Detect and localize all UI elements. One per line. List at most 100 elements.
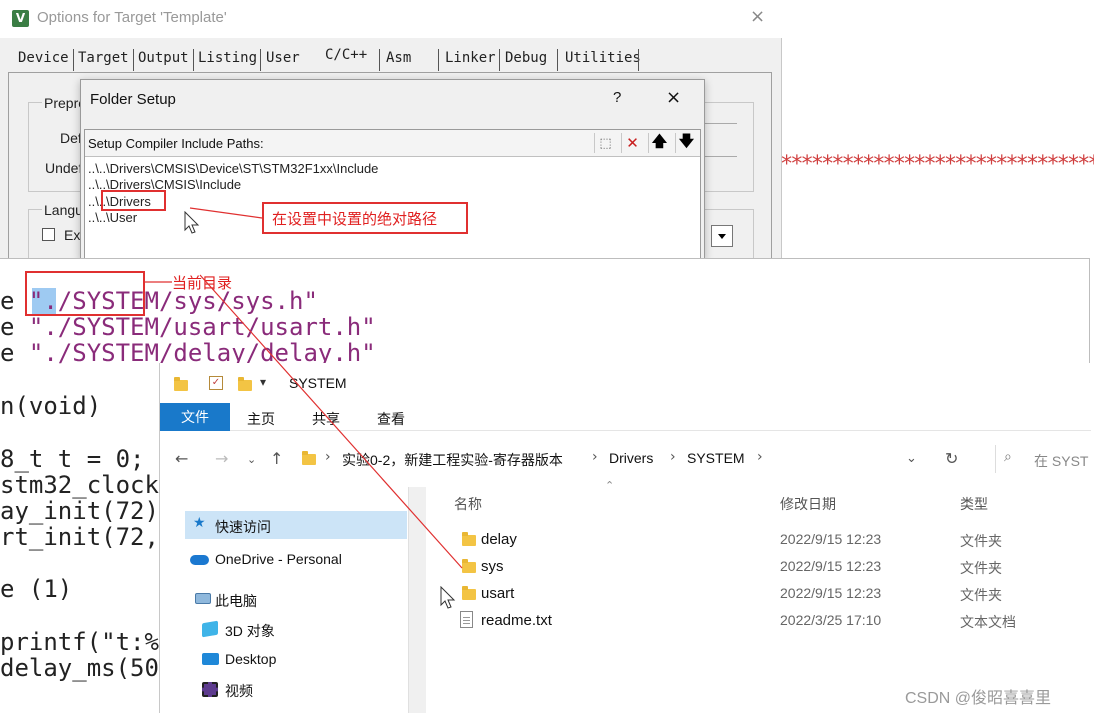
column-header-date-modified[interactable]: 修改日期 <box>780 494 836 514</box>
dialog-titlebar: V Options for Target 'Template' × <box>0 0 782 38</box>
tab-device[interactable]: Device <box>18 50 69 66</box>
nav-this-pc[interactable]: 此电脑 <box>215 591 257 611</box>
3d-objects-icon <box>202 620 218 638</box>
tab-home[interactable]: 主页 <box>247 409 275 429</box>
include-paths-list: Setup Compiler Include Paths: ⬚ ✕ 🡅 🡇 ..… <box>84 129 701 259</box>
properties-icon[interactable]: ✓ <box>209 376 223 390</box>
tab-utilities[interactable]: Utilities <box>565 50 641 66</box>
define-label: Def <box>60 130 82 146</box>
move-down-icon[interactable]: 🡇 <box>675 132 697 153</box>
folder-icon <box>462 586 476 600</box>
include-path-item[interactable]: ..\..\User <box>88 210 137 225</box>
back-arrow-icon[interactable]: ← <box>175 449 188 468</box>
tab-divider <box>379 49 380 71</box>
star-icon: ★ <box>193 515 206 531</box>
tab-divider <box>638 49 639 71</box>
search-icon: ⌕ <box>1004 449 1012 465</box>
code-line: delay_ms(500 <box>0 654 174 682</box>
option-checkbox[interactable] <box>42 228 55 241</box>
address-dropdown-icon[interactable]: ⌄ <box>906 451 917 466</box>
new-folder-icon[interactable] <box>238 377 252 391</box>
nav-videos[interactable]: 视频 <box>225 681 253 701</box>
nav-quick-access[interactable]: 快速访问 <box>185 511 407 539</box>
tab-output[interactable]: Output <box>138 50 189 66</box>
tab-listing[interactable]: Listing <box>198 50 257 66</box>
file-row[interactable]: usart 2022/9/15 12:23 文件夹 <box>450 580 1070 607</box>
file-name: usart <box>481 585 515 602</box>
nav-onedrive[interactable]: OneDrive - Personal <box>215 551 342 567</box>
pc-icon <box>195 593 211 604</box>
forward-arrow-icon[interactable]: → <box>215 449 228 468</box>
new-folder-icon[interactable]: ⬚ <box>594 133 616 153</box>
breadcrumb-item[interactable]: SYSTEM <box>687 450 745 466</box>
breadcrumb-item[interactable]: Drivers <box>609 450 653 466</box>
tab-divider <box>438 49 439 71</box>
tab-divider <box>499 49 500 71</box>
include-path-item[interactable]: ..\..\Drivers\CMSIS\Device\ST\STM32F1xx\… <box>88 161 378 176</box>
close-icon[interactable]: × <box>666 87 681 108</box>
file-date: 2022/9/15 12:23 <box>780 585 882 601</box>
tab-debug[interactable]: Debug <box>505 50 547 66</box>
current-dir-note: 当前目录 <box>172 275 233 292</box>
file-row[interactable]: delay 2022/9/15 12:23 文件夹 <box>450 526 1070 553</box>
up-arrow-icon[interactable]: ↑ <box>270 449 283 468</box>
recent-locations-icon[interactable]: ⌄ <box>247 453 256 466</box>
undefine-field[interactable] <box>705 133 737 157</box>
option-checkbox-label: Ex <box>64 227 81 243</box>
delete-icon[interactable]: ✕ <box>621 133 643 153</box>
file-name: delay <box>481 531 517 548</box>
close-icon[interactable]: × <box>750 6 765 27</box>
tab-view[interactable]: 查看 <box>377 409 405 429</box>
file-row[interactable]: readme.txt 2022/3/25 17:10 文本文档 <box>450 607 1070 634</box>
mouse-cursor-icon <box>440 586 456 609</box>
column-header-name[interactable]: 名称 <box>454 494 482 514</box>
tab-asm[interactable]: Asm <box>386 50 411 66</box>
file-date: 2022/9/15 12:23 <box>780 558 882 574</box>
code-line: rt_init(72, <box>0 523 174 551</box>
combo-dropdown-icon[interactable] <box>711 225 733 247</box>
file-name: sys <box>481 558 504 575</box>
breadcrumb-separator: › <box>325 449 331 465</box>
customize-toolbar-icon[interactable]: ▾ <box>260 375 266 389</box>
address-bar: ← → ⌄ ↑ › 实验0-2，新建工程实验-寄存器版本 › Drivers ›… <box>160 433 1091 483</box>
absolute-path-note: 在设置中设置的绝对路径 <box>272 211 438 228</box>
search-box[interactable]: ⌕ 在 SYST <box>995 445 1091 473</box>
move-up-icon[interactable]: 🡅 <box>648 132 670 153</box>
column-header-type[interactable]: 类型 <box>960 494 988 514</box>
file-type: 文本文档 <box>960 614 1016 630</box>
tab-target[interactable]: Target <box>78 50 129 66</box>
tab-linker[interactable]: Linker <box>445 50 496 66</box>
tab-divider <box>193 49 194 71</box>
navigation-pane: 快速访问 ★ OneDrive - Personal 此电脑 3D 对象 Des… <box>160 487 408 713</box>
code-line: printf("t:%c <box>0 628 174 656</box>
tab-user[interactable]: User <box>266 50 300 66</box>
breadcrumb-item[interactable]: 实验0-2，新建工程实验-寄存器版本 <box>342 450 563 470</box>
search-placeholder: 在 SYST <box>1034 453 1089 469</box>
tab-c-cpp[interactable]: C/C++ <box>325 47 367 63</box>
refresh-icon[interactable]: ↻ <box>945 449 958 468</box>
nav-3d-objects[interactable]: 3D 对象 <box>225 621 275 641</box>
current-dir-highlight <box>25 271 145 316</box>
code-line: n(void) <box>0 392 102 420</box>
sort-ascending-icon: ⌃ <box>605 479 615 492</box>
tab-file[interactable]: 文件 <box>160 403 230 431</box>
comment-stars-text: **************************************** <box>780 152 1094 177</box>
define-field[interactable] <box>705 100 737 124</box>
navigation-scrollbar[interactable] <box>408 487 426 713</box>
cloud-icon <box>190 555 209 565</box>
desktop-icon <box>202 653 219 665</box>
file-type: 文件夹 <box>960 533 1002 549</box>
help-icon[interactable]: ? <box>613 89 621 106</box>
folder-icon <box>462 532 476 546</box>
video-icon <box>202 682 218 697</box>
undefine-label: Undef <box>45 160 83 176</box>
tab-share[interactable]: 共享 <box>312 409 340 429</box>
code-line: e (1) <box>0 575 73 603</box>
file-date: 2022/9/15 12:23 <box>780 531 882 547</box>
tab-divider <box>260 49 261 71</box>
file-row[interactable]: sys 2022/9/15 12:23 文件夹 <box>450 553 1070 580</box>
text-file-icon <box>460 611 473 628</box>
folder-icon <box>302 451 316 465</box>
nav-desktop[interactable]: Desktop <box>225 651 276 667</box>
code-line: ay_init(72); <box>0 497 174 525</box>
